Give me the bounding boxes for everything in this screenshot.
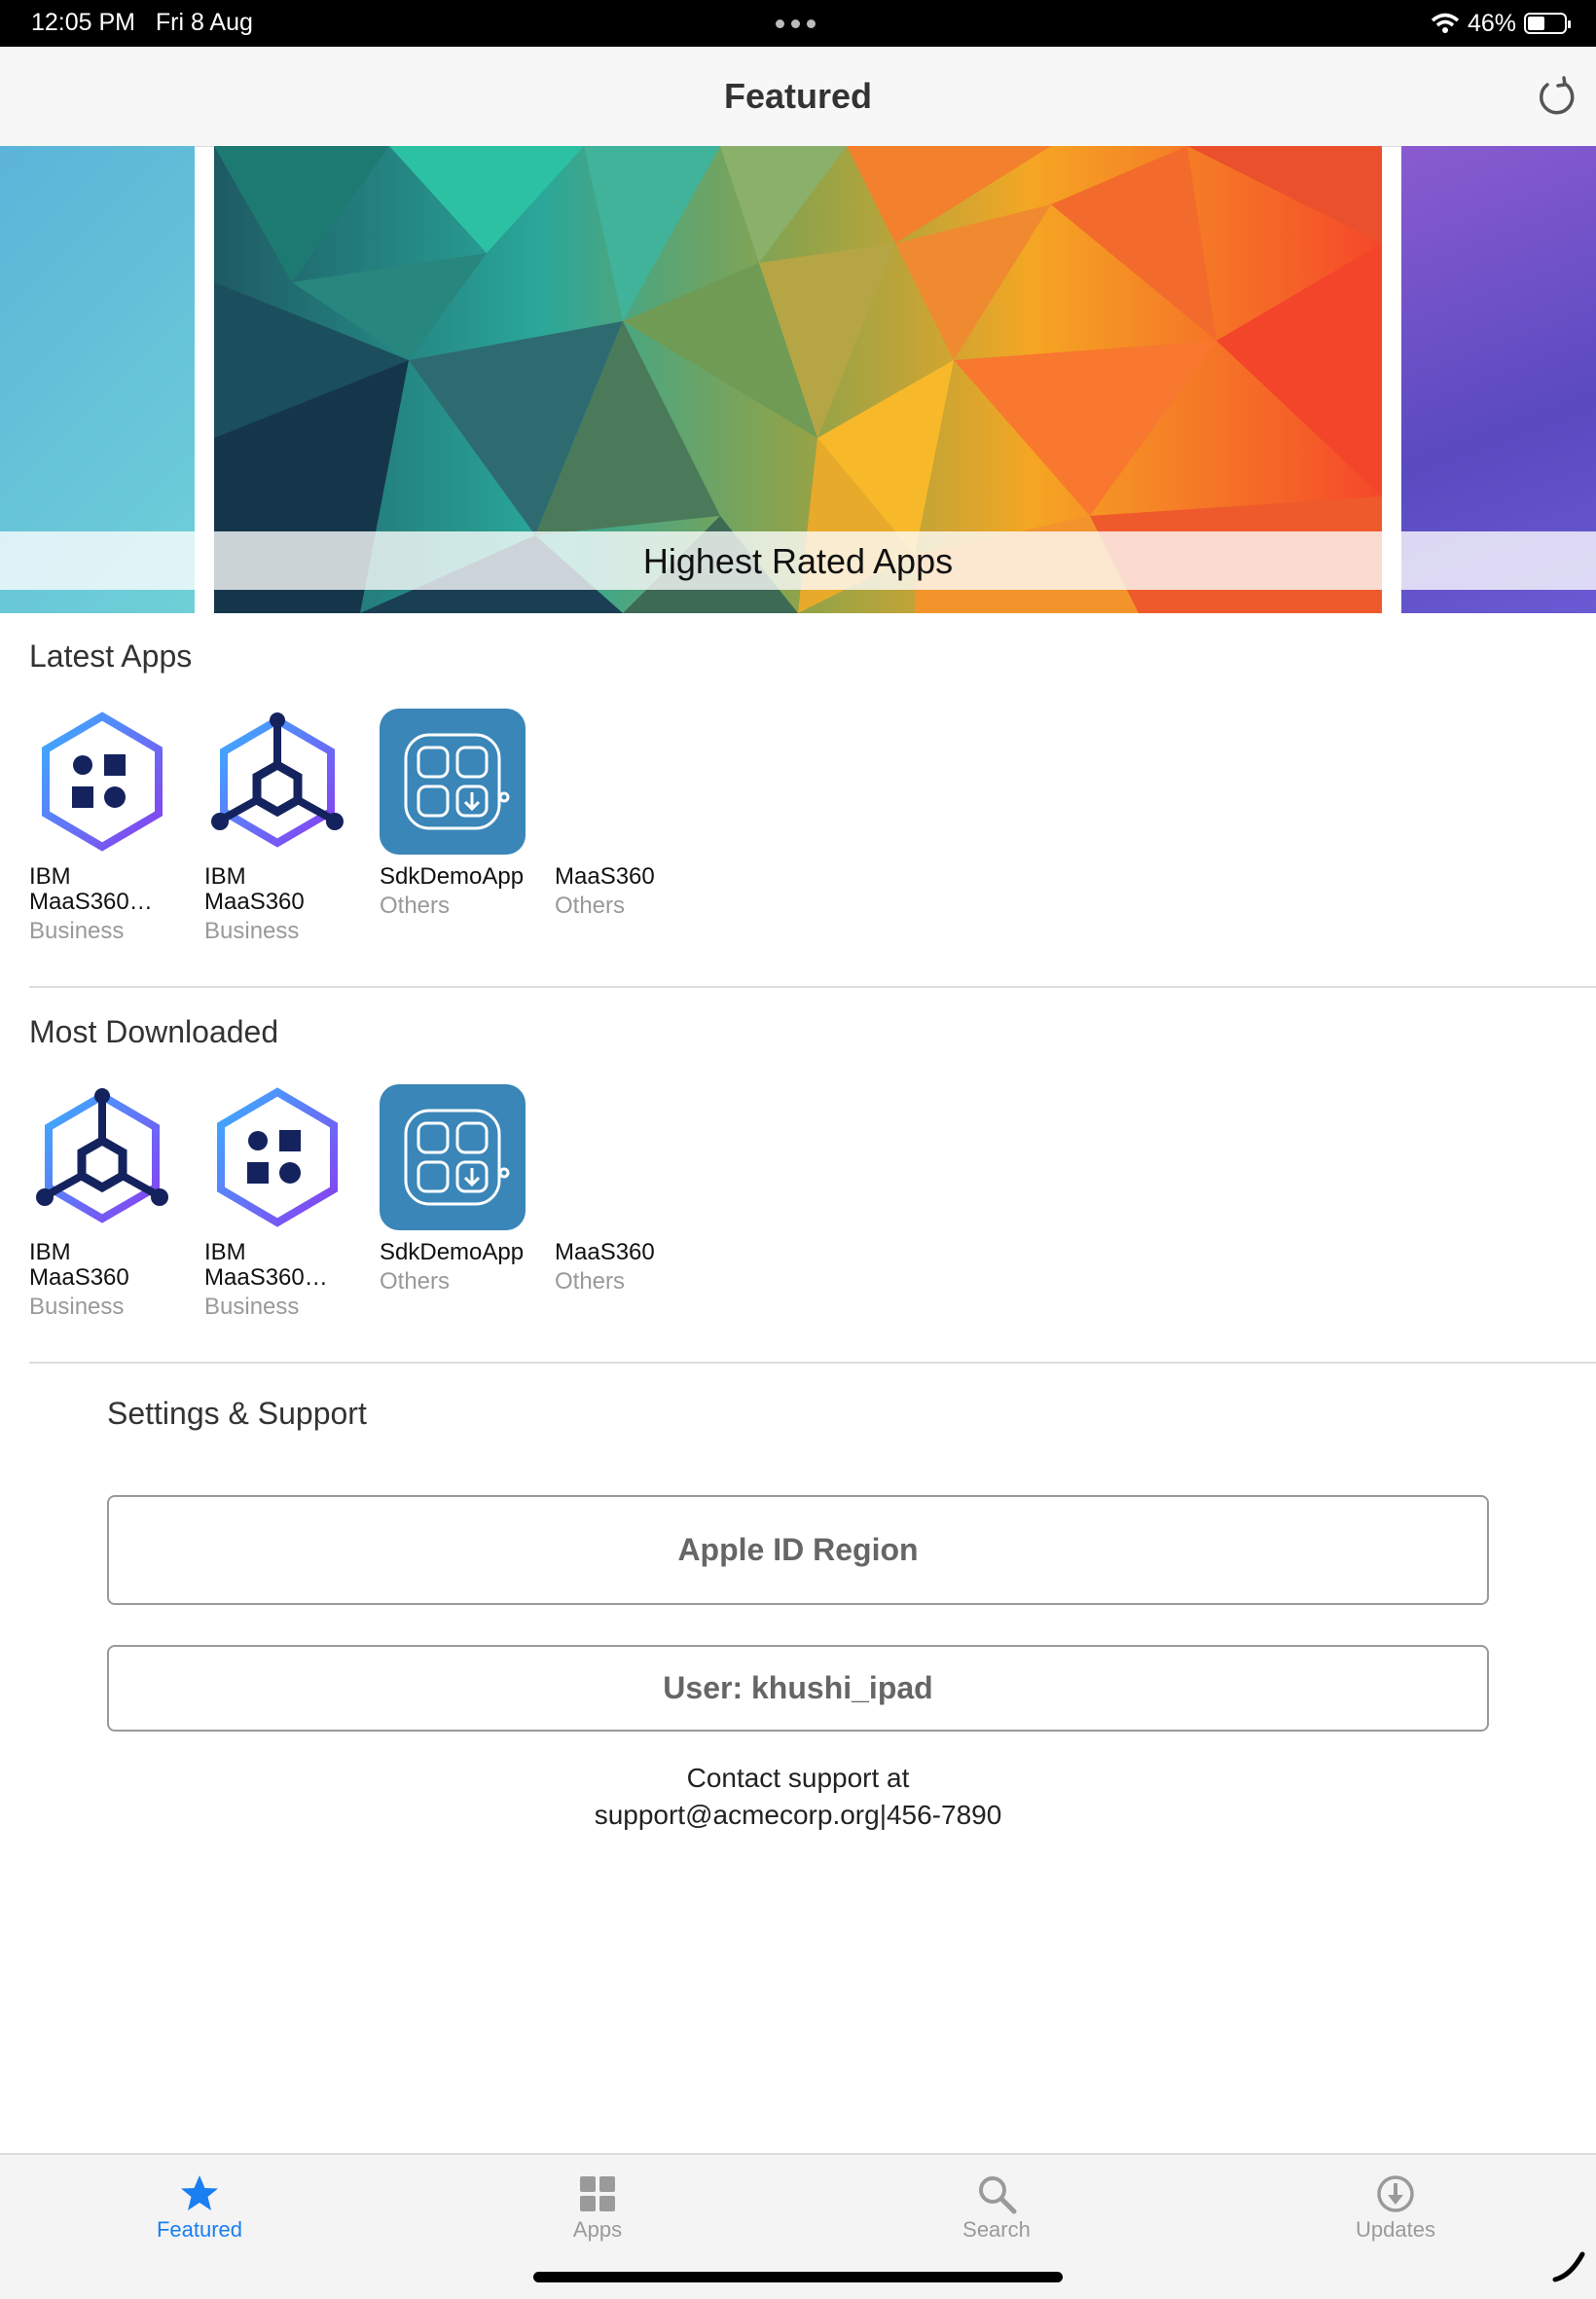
contact-line: Contact support at [686, 1763, 910, 1793]
app-tile[interactable]: SdkDemoApp Others [380, 709, 545, 923]
app-category: Others [380, 1268, 451, 1295]
page-title: Featured [723, 76, 873, 116]
download-icon [1377, 2175, 1414, 2212]
app-category: Business [204, 918, 300, 944]
battery-icon [1524, 13, 1571, 34]
settings-support-title: Settings & Support [107, 1396, 367, 1431]
ibm-maas360-nodes-icon [204, 709, 350, 855]
app-tile[interactable]: MaaS360 Others [555, 1084, 720, 1298]
app-category: Business [204, 1294, 300, 1320]
app-tile[interactable]: IBM MaaS360 Business [29, 1084, 195, 1324]
app-name: MaaS360 [555, 863, 655, 890]
tab-label: Featured [156, 2217, 243, 2242]
most-downloaded-title: Most Downloaded [29, 1014, 279, 1049]
app-tile[interactable]: IBM MaaS360… Business [29, 709, 195, 948]
user-button[interactable]: User: khushi_ipad [107, 1645, 1489, 1732]
app-tile[interactable]: IBM MaaS360 Business [204, 709, 370, 948]
app-icon-placeholder [555, 709, 701, 855]
app-tile[interactable]: MaaS360 Others [555, 709, 720, 923]
star-icon [181, 2175, 218, 2210]
app-name: IBM MaaS360… [204, 1239, 328, 1291]
app-name: MaaS360 [555, 1239, 655, 1265]
contact-details-link[interactable]: support@acmecorp.org|456-7890 [0, 1797, 1596, 1834]
navigation-bar: Featured [0, 47, 1596, 147]
section-divider [29, 986, 1596, 988]
app-category: Business [29, 1294, 125, 1320]
section-divider [29, 1362, 1596, 1364]
app-name: IBM MaaS360 [29, 1239, 129, 1291]
status-time: 12:05 PM [31, 9, 136, 36]
battery-percent: 46% [1467, 9, 1516, 37]
app-tile[interactable]: IBM MaaS360… Business [204, 1084, 370, 1324]
apple-id-region-button[interactable]: Apple ID Region [107, 1495, 1489, 1605]
app-name: SdkDemoApp [380, 863, 525, 890]
pencil-stroke-icon [1552, 2251, 1585, 2282]
search-icon [979, 2176, 1017, 2214]
tab-apps[interactable]: Apps [500, 2172, 695, 2243]
tab-search[interactable]: Search [899, 2172, 1094, 2243]
app-category: Business [29, 918, 125, 944]
ibm-maas360-nodes-icon [29, 1084, 175, 1230]
featured-carousel[interactable]: Highest Rated Apps [0, 146, 1596, 613]
ibm-maas360-blocks-icon [204, 1084, 350, 1230]
tab-label: Apps [572, 2217, 623, 2242]
carousel-slide-current[interactable]: Highest Rated Apps [214, 146, 1382, 613]
latest-apps-title: Latest Apps [29, 639, 193, 674]
sdk-demo-app-icon [380, 1084, 526, 1230]
app-category: Others [555, 893, 626, 919]
status-bar: 12:05 PM Fri 8 Aug 46% [0, 0, 1596, 47]
app-tile[interactable]: SdkDemoApp Others [380, 1084, 545, 1298]
status-indicators: 46% [1431, 8, 1571, 39]
sdk-demo-app-icon [380, 709, 526, 855]
carousel-slide-next[interactable] [1401, 146, 1596, 613]
carousel-slide-previous[interactable] [0, 146, 195, 613]
wifi-icon [1431, 13, 1460, 33]
status-time-date: 12:05 PM Fri 8 Aug [31, 9, 253, 37]
status-date: Fri 8 Aug [155, 9, 253, 36]
ibm-maas360-blocks-icon [29, 709, 175, 855]
contact-support-text: Contact support at support@acmecorp.org|… [0, 1760, 1596, 1834]
app-category: Others [555, 1268, 626, 1295]
app-name: SdkDemoApp [380, 1239, 525, 1265]
tab-updates[interactable]: Updates [1298, 2172, 1493, 2243]
grid-icon [580, 2176, 615, 2211]
app-name: IBM MaaS360… [29, 863, 153, 915]
app-icon-placeholder [555, 1084, 701, 1230]
app-name: IBM MaaS360 [204, 863, 305, 915]
tab-label: Updates [1356, 2217, 1435, 2242]
tab-label: Search [962, 2217, 1031, 2242]
carousel-caption: Highest Rated Apps [642, 541, 954, 581]
tab-featured[interactable]: Featured [102, 2172, 297, 2243]
multitasking-dots-icon[interactable] [776, 19, 820, 29]
refresh-icon[interactable] [1536, 76, 1577, 117]
app-category: Others [380, 893, 451, 919]
home-indicator[interactable] [533, 2272, 1063, 2282]
